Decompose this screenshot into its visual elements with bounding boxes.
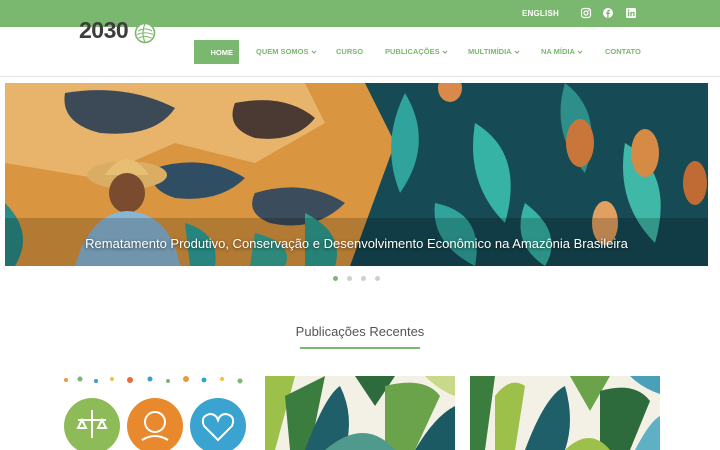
nav-item-contato[interactable]: CONTATO — [605, 47, 641, 56]
slider-dot[interactable] — [375, 276, 380, 281]
slider-dot[interactable] — [361, 276, 366, 281]
facebook-icon[interactable] — [602, 7, 614, 19]
site-logo[interactable]: AMAZÔNIA 2030 — [78, 9, 158, 44]
chevron-down-icon — [442, 50, 448, 54]
nav-item-na-midia[interactable]: NA MÍDIA — [541, 47, 583, 56]
nav-item-label: QUEM SOMOS — [256, 47, 309, 56]
publication-card-1[interactable] — [60, 376, 250, 450]
logo-text-bottom: 2030 — [79, 17, 129, 43]
chevron-down-icon — [514, 50, 520, 54]
nav-item-label: CONTATO — [605, 47, 641, 56]
nav-item-curso[interactable]: CURSO — [336, 47, 363, 56]
slider-dot[interactable] — [347, 276, 352, 281]
slider-pagination — [333, 276, 380, 282]
publication-thumbnail — [470, 376, 660, 450]
nav-item-label: MULTIMÍDIA — [468, 47, 512, 56]
nav-item-publicacoes[interactable]: PUBLICAÇÕES — [385, 47, 448, 56]
publication-card-3[interactable] — [470, 376, 660, 450]
instagram-icon[interactable] — [580, 7, 592, 19]
nav-item-home[interactable]: HOME — [194, 40, 239, 64]
linkedin-icon[interactable] — [625, 7, 637, 19]
logo-globe-icon — [134, 22, 156, 44]
chevron-down-icon — [577, 50, 583, 54]
hero-slider[interactable]: Rematamento Produtivo, Conservação e Des… — [5, 83, 708, 266]
nav-item-label: PUBLICAÇÕES — [385, 47, 440, 56]
nav-item-label: NA MÍDIA — [541, 47, 575, 56]
section-title-recent-publications: Publicações Recentes — [295, 324, 425, 339]
chevron-down-icon — [311, 50, 316, 54]
nav-item-quem-somos[interactable]: QUEM SOMOS — [256, 47, 317, 56]
publication-thumbnail — [60, 376, 250, 450]
nav-item-label: CURSO — [336, 47, 364, 56]
hero-caption: Rematamento Produtivo, Conservação e Des… — [85, 236, 628, 251]
publication-thumbnail — [265, 376, 455, 450]
section-divider — [300, 347, 420, 349]
publication-card-2[interactable] — [265, 376, 455, 450]
nav-item-multimidia[interactable]: MULTIMÍDIA — [468, 47, 520, 56]
slider-dot[interactable] — [333, 276, 338, 281]
language-switch-link[interactable]: ENGLISH — [522, 9, 559, 18]
